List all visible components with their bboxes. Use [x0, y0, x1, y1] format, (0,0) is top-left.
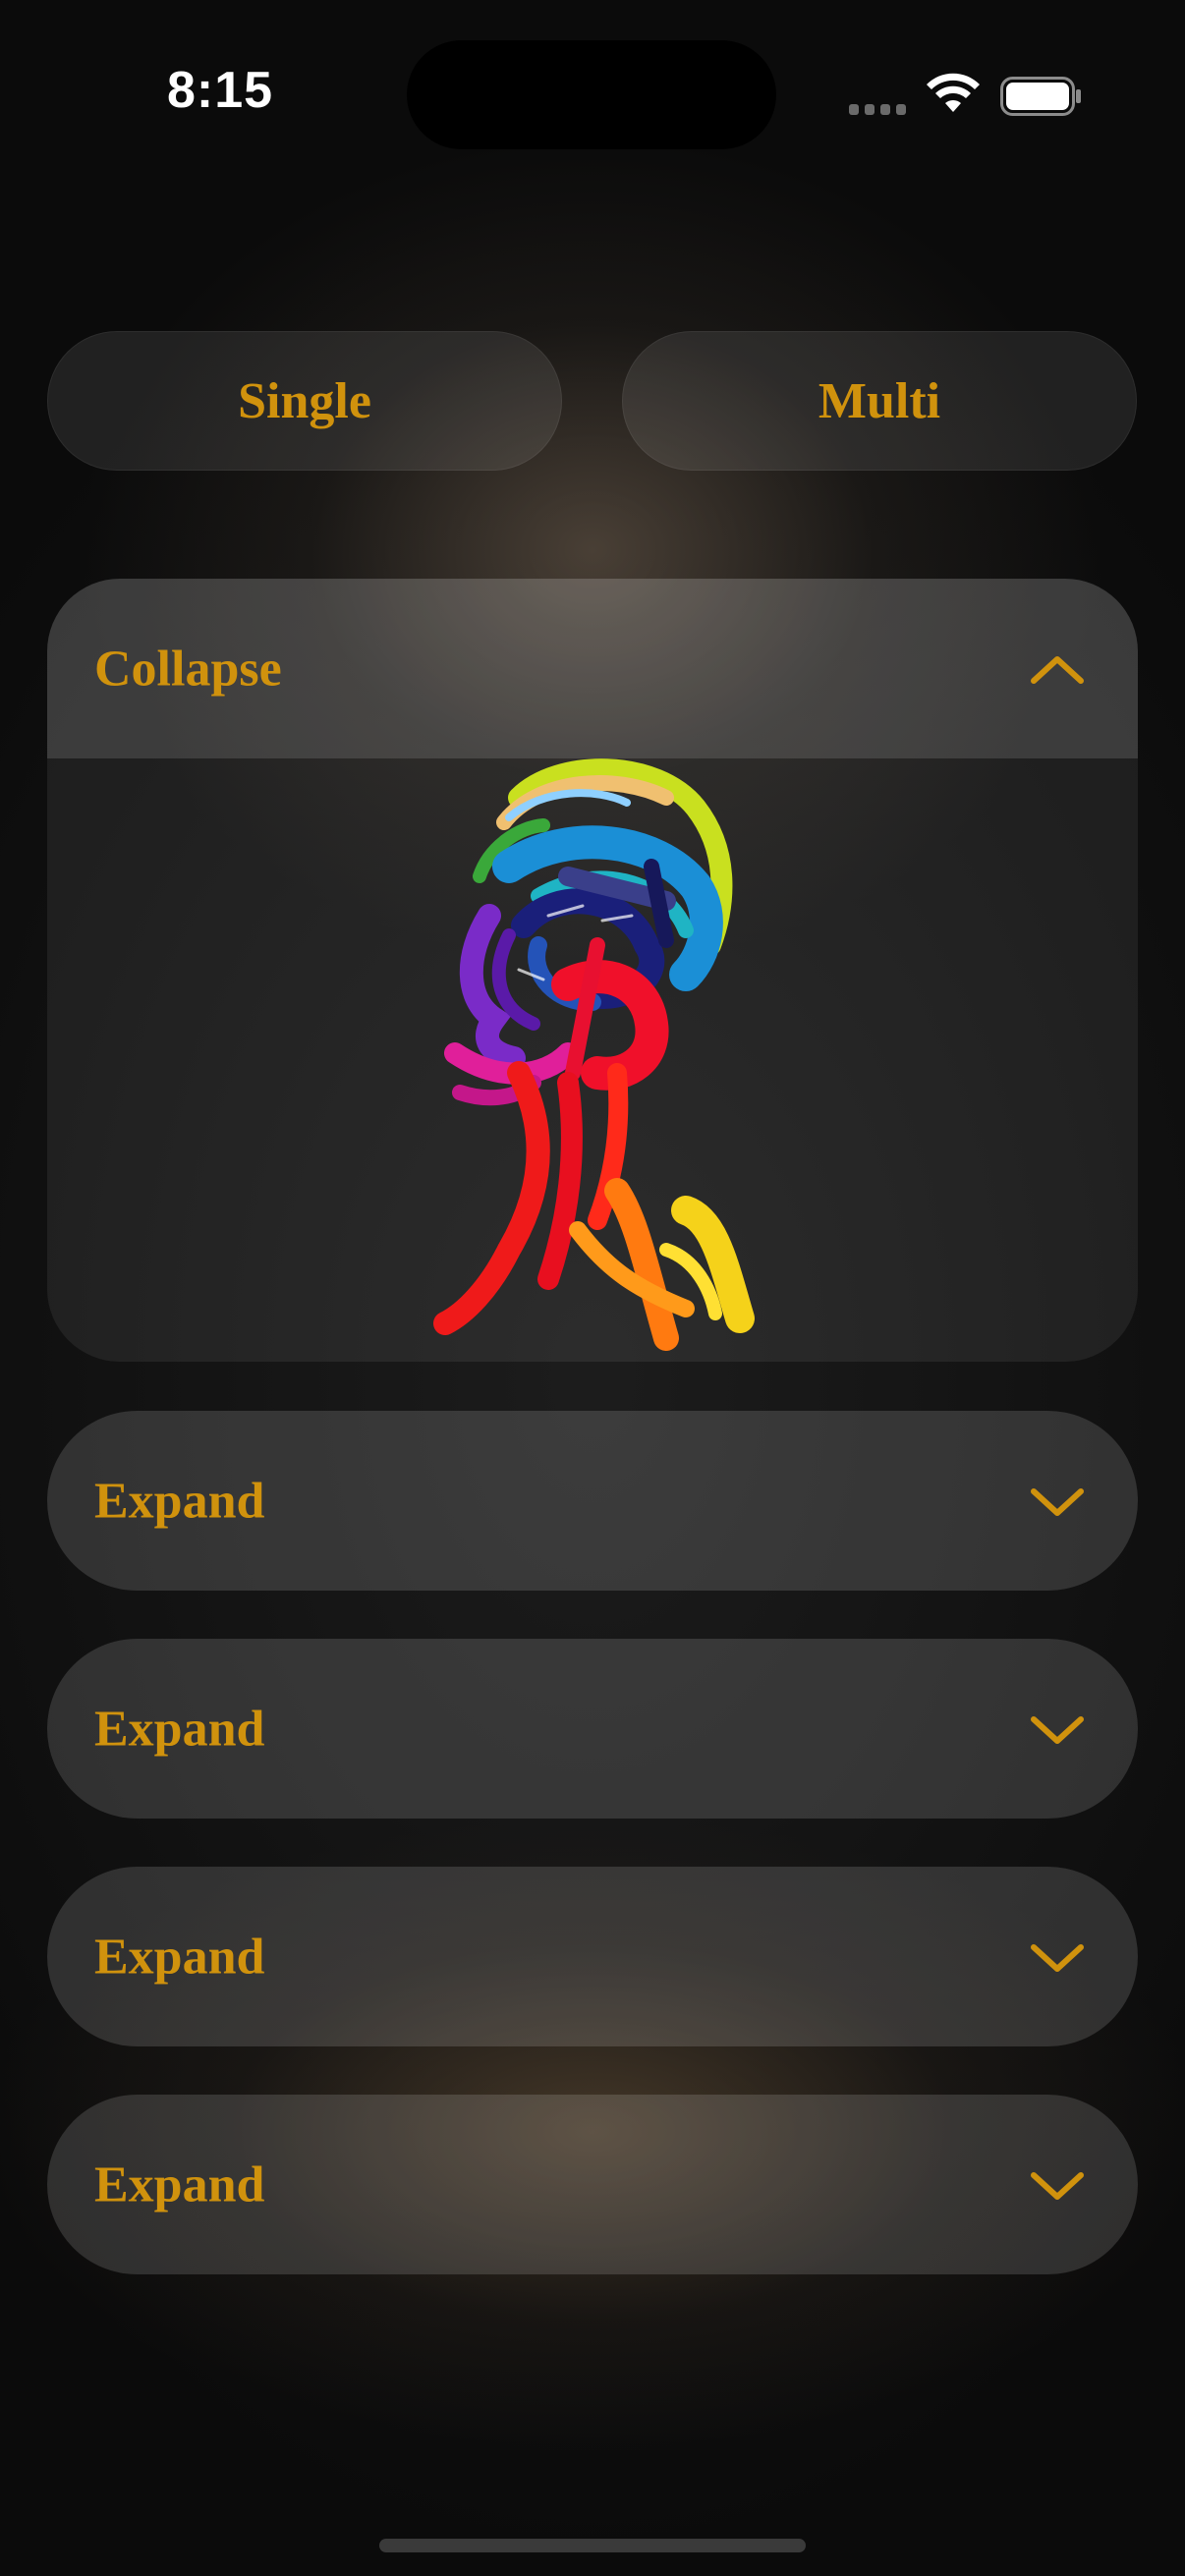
accordion-item-collapsed[interactable]: Expand [47, 1867, 1138, 2046]
accordion-label: Expand [94, 2156, 265, 2212]
app-screen: 8:15 Single Multi Collapse Expand Expand… [0, 0, 1185, 2576]
wifi-icon [927, 73, 980, 112]
accordion-item-collapsed[interactable]: Expand [47, 2095, 1138, 2274]
signal-bars-icon [849, 104, 908, 116]
accordion-item-collapsed[interactable]: Expand [47, 1639, 1138, 1819]
accordion-label: Expand [94, 1929, 265, 1985]
rainbow-head-sketch-image [433, 758, 755, 1351]
chevron-down-icon [1031, 1943, 1084, 1972]
accordion-label: Expand [94, 1473, 265, 1529]
single-mode-button[interactable]: Single [47, 331, 562, 471]
accordion-header-collapse[interactable]: Collapse [47, 579, 1138, 758]
accordion-label: Expand [94, 1701, 265, 1757]
home-indicator[interactable] [379, 2539, 806, 2552]
multi-mode-button[interactable]: Multi [622, 331, 1137, 471]
accordion-item-expanded: Collapse [47, 579, 1138, 1362]
battery-icon [1000, 77, 1081, 116]
accordion-label: Collapse [94, 641, 282, 697]
chevron-up-icon [1031, 655, 1084, 684]
chevron-down-icon [1031, 1715, 1084, 1744]
dynamic-island [407, 40, 776, 149]
accordion-item-collapsed[interactable]: Expand [47, 1411, 1138, 1591]
chevron-down-icon [1031, 2171, 1084, 2200]
accordion-content [47, 758, 1138, 1362]
status-time: 8:15 [167, 62, 274, 119]
chevron-down-icon [1031, 1487, 1084, 1516]
